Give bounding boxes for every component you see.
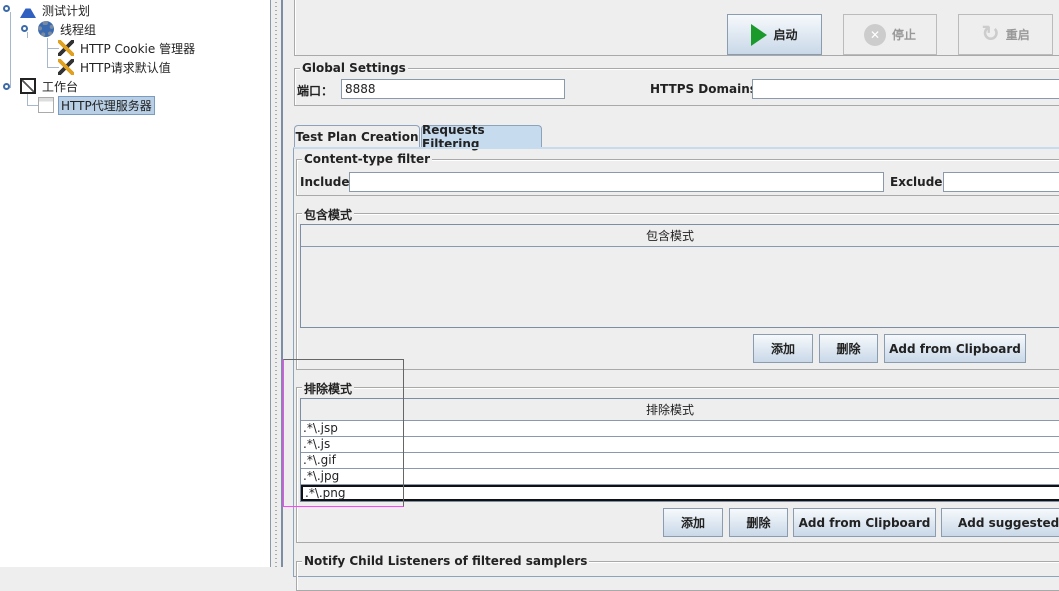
start-button[interactable]: 启动 (727, 14, 822, 55)
exclude-add-button[interactable]: 添加 (663, 508, 723, 537)
notebook-icon (20, 78, 36, 94)
include-add-from-clipboard-button[interactable]: Add from Clipboard (884, 334, 1026, 363)
test-plan-tree: 测试计划 线程组 HTTP Cookie 管理器 HTTP请求默认值 工作台 H… (0, 0, 271, 567)
wrench-icon (58, 40, 74, 56)
proxy-icon (38, 97, 54, 113)
controls-panel (294, 0, 1059, 56)
tab-test-plan-creation[interactable]: Test Plan Creation (294, 125, 420, 148)
tree-item-proxy-server[interactable]: HTTP代理服务器 (38, 95, 155, 115)
exclude-input[interactable] (943, 172, 1059, 192)
tree-item-workbench[interactable]: 工作台 (20, 77, 80, 95)
notify-child-listeners-group: Notify Child Listeners of filtered sampl… (296, 554, 1059, 591)
restart-icon: ↻ (981, 22, 1000, 47)
https-domains-label: HTTPS Domains : (650, 82, 766, 96)
tree-expand-handle[interactable] (3, 83, 10, 90)
include-label: Include: (300, 175, 355, 189)
flask-icon (20, 2, 36, 18)
exclude-patterns-table[interactable]: 排除模式 .*\.jsp .*\.js .*\.gif .*\.jpg .*\.… (300, 398, 1059, 502)
exclude-patterns-header[interactable]: 排除模式 (301, 399, 1059, 421)
wrench-icon (58, 59, 74, 75)
tree-item-cookie-manager[interactable]: HTTP Cookie 管理器 (58, 39, 197, 57)
include-patterns-header[interactable]: 包含模式 (301, 225, 1059, 247)
exclude-delete-button[interactable]: 删除 (729, 508, 788, 537)
https-domains-input[interactable] (752, 79, 1059, 99)
tree-expand-handle[interactable] (21, 25, 28, 32)
stop-button[interactable]: ✕ 停止 (843, 14, 937, 55)
tab-requests-filtering[interactable]: Requests Filtering (421, 123, 542, 151)
include-input[interactable] (349, 172, 884, 192)
port-label: 端口： (297, 84, 334, 98)
include-add-button[interactable]: 添加 (753, 334, 813, 363)
play-icon (751, 23, 768, 46)
table-row[interactable]: .*\.jpg (301, 469, 1059, 485)
include-delete-button[interactable]: 删除 (819, 334, 878, 363)
restart-button[interactable]: ↻ 重启 (958, 14, 1053, 55)
include-patterns-table[interactable]: 包含模式 (300, 224, 1059, 328)
gear-icon (38, 21, 54, 37)
tree-item-thread-group[interactable]: 线程组 (38, 20, 98, 38)
port-input[interactable]: 8888 (341, 79, 565, 99)
exclude-label: Exclude: (890, 175, 948, 189)
highlight-box (283, 359, 404, 507)
table-row-selected[interactable]: .*\.png (301, 485, 1059, 501)
exclude-add-from-clipboard-button[interactable]: Add from Clipboard (793, 508, 936, 537)
tree-item-http-defaults[interactable]: HTTP请求默认值 (58, 58, 173, 76)
table-row[interactable]: .*\.js (301, 437, 1059, 453)
table-row[interactable]: .*\.gif (301, 453, 1059, 469)
table-row[interactable]: .*\.jsp (301, 421, 1059, 437)
split-pane-divider[interactable] (271, 0, 281, 567)
tree-item-test-plan[interactable]: 测试计划 (20, 1, 92, 19)
tree-expand-handle[interactable] (3, 5, 10, 12)
add-suggested-excludes-button[interactable]: Add suggested Ex (941, 508, 1059, 537)
stop-icon: ✕ (863, 23, 886, 46)
